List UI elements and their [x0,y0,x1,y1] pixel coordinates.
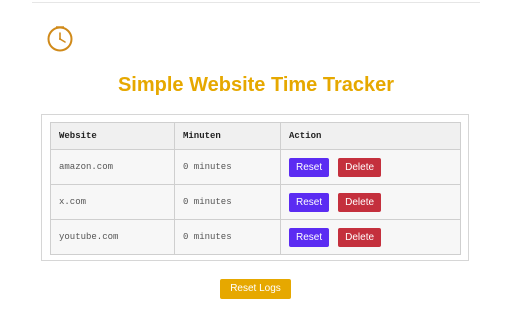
column-header-website: Website [50,122,175,150]
page-title: Simple Website Time Tracker [117,74,395,96]
website-cell: amazon.com [50,149,175,185]
website-cell: x.com [50,184,175,220]
clock-icon [47,26,73,52]
reset-logs-button[interactable]: Reset Logs [220,279,291,299]
tracker-table: Website Minuten Action amazon.com 0 minu… [50,122,461,255]
table-row: youtube.com 0 minutes Reset Delete [50,219,461,255]
table-row: x.com 0 minutes Reset Delete [50,184,461,220]
table-header-row: Website Minuten Action [50,122,461,150]
table-row: amazon.com 0 minutes Reset Delete [50,149,461,185]
reset-button[interactable]: Reset [289,227,330,247]
action-cell: Reset Delete [280,149,461,185]
reset-button[interactable]: Reset [289,157,330,177]
column-header-minutes: Minuten [174,122,281,150]
tracker-table-panel: Website Minuten Action amazon.com 0 minu… [41,114,469,261]
website-cell: youtube.com [50,219,175,255]
reset-button[interactable]: Reset [289,192,330,212]
page: Simple Website Time Tracker Website Minu… [0,0,512,320]
minutes-cell: 0 minutes [174,184,281,220]
action-cell: Reset Delete [280,219,461,255]
delete-button[interactable]: Delete [338,192,382,212]
minutes-cell: 0 minutes [174,149,281,185]
minutes-cell: 0 minutes [174,219,281,255]
delete-button[interactable]: Delete [338,227,382,247]
action-cell: Reset Delete [280,184,461,220]
top-divider [32,2,480,3]
delete-button[interactable]: Delete [338,157,382,177]
column-header-action: Action [280,122,461,150]
